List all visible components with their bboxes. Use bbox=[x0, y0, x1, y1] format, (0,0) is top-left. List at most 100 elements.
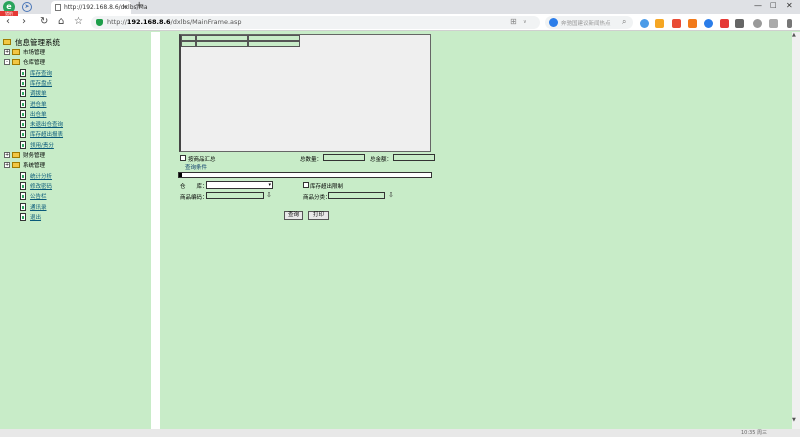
tree-link[interactable]: 库存查询 bbox=[30, 69, 52, 77]
menu-icon[interactable] bbox=[787, 19, 792, 28]
new-tab-icon[interactable]: + bbox=[135, 0, 143, 11]
folder-icon bbox=[12, 49, 20, 55]
tree-link[interactable]: 库存超出报表 bbox=[30, 130, 63, 138]
url-host: 192.168.8.6 bbox=[126, 18, 171, 26]
document-icon bbox=[20, 68, 26, 77]
document-icon bbox=[20, 192, 26, 201]
tree-link[interactable]: 未退出仓查询 bbox=[30, 120, 63, 128]
tree-item-label: 仓库管理 bbox=[23, 60, 46, 67]
url-scheme: http:// bbox=[107, 18, 127, 26]
chevron-down-icon: ▾ bbox=[268, 182, 271, 188]
document-icon bbox=[20, 140, 26, 149]
product-code-input[interactable] bbox=[206, 192, 264, 199]
content-frame: 按商品汇总 总数量： 总金额： 查询条件 仓 库： ▾ 库存超出限制 商品编码：… bbox=[160, 32, 792, 429]
grid-cell bbox=[248, 41, 300, 47]
download-icon[interactable]: ⇩ bbox=[388, 191, 394, 199]
extension-icon[interactable] bbox=[672, 19, 681, 28]
grid-cell bbox=[196, 41, 248, 47]
print-button[interactable]: 打印 bbox=[308, 211, 329, 220]
extension-icon[interactable] bbox=[735, 19, 744, 28]
stock-limit-label: 库存超出限制 bbox=[310, 184, 344, 190]
document-icon bbox=[20, 212, 26, 221]
search-box[interactable]: 奔驰国建议新闻热点 ⌕ bbox=[545, 16, 633, 29]
tree-link[interactable]: 退出 bbox=[30, 213, 41, 221]
document-icon bbox=[20, 78, 26, 87]
tree-link[interactable]: 出仓单 bbox=[30, 110, 47, 118]
extension-icon[interactable] bbox=[720, 19, 729, 28]
total-amount-field[interactable] bbox=[393, 154, 435, 161]
maximize-icon[interactable]: □ bbox=[770, 1, 777, 9]
expand-icon[interactable]: + bbox=[4, 152, 10, 158]
tree-link[interactable]: 调拨单 bbox=[30, 89, 47, 97]
total-qty-label: 总数量： bbox=[300, 157, 323, 163]
browser-logo-badge: 猎豹 bbox=[0, 11, 18, 16]
left-nav-frame: 信息管理系统 + 市场管理 - 仓库管理库存查询库存盘点调拨单进仓单出仓单未退出仓查询… bbox=[0, 32, 151, 429]
extension-icon[interactable] bbox=[655, 19, 664, 28]
settings-icon[interactable] bbox=[753, 19, 762, 28]
document-icon bbox=[20, 181, 26, 190]
app-grid-icon[interactable]: ⊞ bbox=[510, 17, 517, 26]
extension-icon[interactable] bbox=[640, 19, 649, 28]
browser-tab[interactable]: http://192.168.8.6/dxlbs/Ma × bbox=[51, 1, 148, 14]
warehouse-select[interactable]: ▾ bbox=[206, 181, 273, 189]
page-scrollbar[interactable]: ▲ ▼ bbox=[792, 32, 800, 429]
tree-link[interactable]: 公告栏 bbox=[30, 192, 47, 200]
folder-icon bbox=[12, 162, 20, 169]
folder-icon bbox=[12, 152, 20, 158]
folder-icon bbox=[3, 39, 11, 45]
download-icon[interactable]: ⇩ bbox=[266, 191, 272, 199]
address-url[interactable]: http://192.168.8.6/dxlbs/MainFrame.asp bbox=[107, 18, 242, 26]
tree-link[interactable]: 库存盘点 bbox=[30, 79, 52, 87]
reload-icon[interactable]: ↻ bbox=[40, 16, 48, 28]
summary-checkbox[interactable] bbox=[180, 155, 186, 161]
tab-close-icon[interactable]: × bbox=[122, 3, 128, 11]
forward-icon[interactable]: › bbox=[22, 16, 26, 28]
expand-icon[interactable]: + bbox=[4, 49, 10, 55]
results-grid bbox=[179, 34, 431, 152]
document-icon bbox=[20, 89, 26, 98]
minimize-icon[interactable]: — bbox=[754, 1, 762, 10]
query-button[interactable]: 查询 bbox=[284, 211, 303, 220]
search-engine-icon bbox=[549, 18, 558, 27]
scroll-up-icon[interactable]: ▲ bbox=[792, 32, 796, 38]
shield-icon bbox=[96, 19, 103, 26]
back-icon[interactable]: ‹ bbox=[6, 16, 10, 28]
extension-icon[interactable] bbox=[704, 19, 713, 28]
address-bar[interactable]: http://192.168.8.6/dxlbs/MainFrame.asp ⊞… bbox=[91, 16, 540, 29]
progress-fill bbox=[179, 173, 183, 177]
document-icon bbox=[20, 130, 26, 139]
search-placeholder: 奔驰国建议新闻热点 bbox=[561, 21, 611, 27]
document-icon bbox=[20, 202, 26, 211]
expand-icon[interactable]: + bbox=[4, 162, 10, 169]
undo-icon[interactable] bbox=[769, 19, 778, 28]
total-amount-label: 总金额： bbox=[370, 157, 393, 163]
product-category-input[interactable] bbox=[328, 192, 385, 199]
bottom-bar: 10:35 周三 bbox=[0, 429, 800, 437]
progress-bar bbox=[178, 172, 432, 178]
tree-item-label: 系统管理 bbox=[23, 163, 46, 170]
document-icon bbox=[20, 109, 26, 118]
tree-root-label: 信息管理系统 bbox=[15, 38, 60, 47]
frame-divider[interactable] bbox=[151, 32, 160, 429]
stock-limit-checkbox[interactable] bbox=[303, 182, 309, 188]
tree-link[interactable]: 通讯录 bbox=[30, 203, 47, 211]
tree-item-label: 市场管理 bbox=[23, 50, 46, 56]
bookmark-star-icon[interactable]: ☆ bbox=[74, 16, 83, 28]
scroll-down-icon[interactable]: ▼ bbox=[792, 417, 796, 423]
tree-link[interactable]: 统计分析 bbox=[30, 172, 52, 180]
tree-link[interactable]: 领用/责分 bbox=[30, 141, 54, 149]
compass-icon[interactable]: ➤ bbox=[22, 2, 32, 12]
url-path: /dxlbs/MainFrame.asp bbox=[170, 18, 242, 26]
folder-icon bbox=[12, 59, 20, 66]
search-icon[interactable]: ⌕ bbox=[622, 17, 626, 27]
status-text: 10:35 周三 bbox=[741, 430, 767, 436]
window-close-icon[interactable]: ✕ bbox=[786, 1, 793, 10]
total-qty-field[interactable] bbox=[323, 154, 365, 161]
extension-icon[interactable] bbox=[688, 19, 697, 28]
document-icon bbox=[20, 120, 26, 129]
tree-link[interactable]: 修改密码 bbox=[30, 182, 52, 190]
dropdown-icon[interactable]: ∨ bbox=[523, 19, 527, 25]
home-icon[interactable]: ⌂ bbox=[58, 16, 64, 28]
tree-link[interactable]: 进仓单 bbox=[30, 100, 47, 108]
collapse-icon[interactable]: - bbox=[4, 59, 10, 66]
